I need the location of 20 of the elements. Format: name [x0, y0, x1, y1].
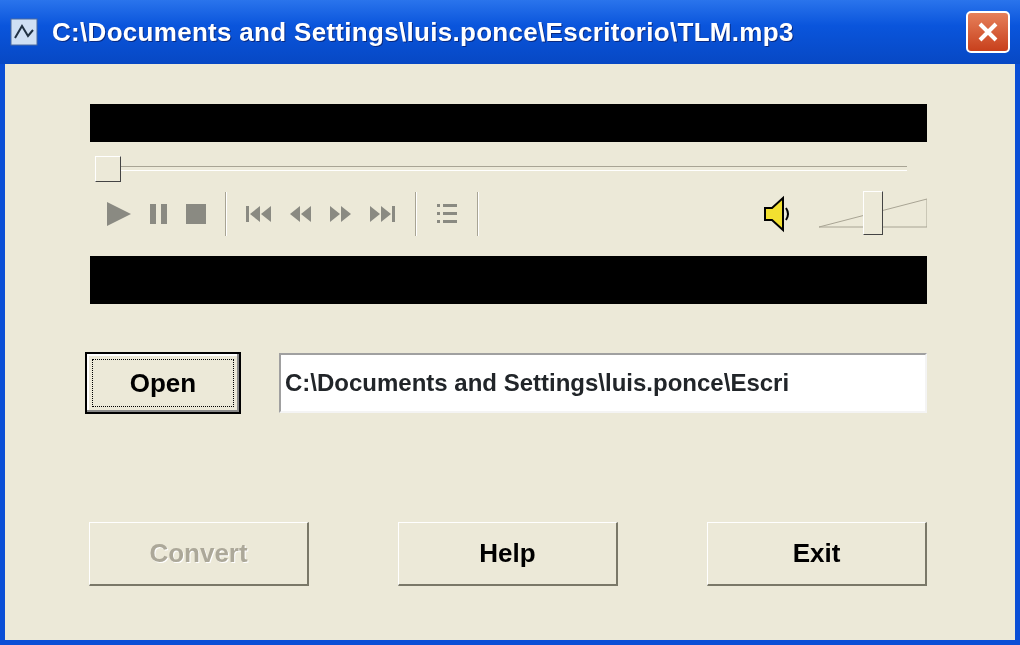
file-path-field[interactable]: C:\Documents and Settings\luis.ponce\Escri: [279, 353, 927, 413]
previous-icon[interactable]: [245, 205, 273, 223]
play-icon[interactable]: [105, 201, 133, 227]
volume-slider[interactable]: [819, 191, 927, 237]
fast-forward-icon[interactable]: [329, 205, 353, 223]
speaker-icon[interactable]: [763, 195, 791, 233]
dialog-button[interactable]: Exit: [707, 522, 927, 586]
app-icon: [10, 18, 38, 46]
open-button[interactable]: Open: [85, 352, 241, 414]
window-title: C:\Documents and Settings\luis.ponce\Escritorio\TLM.mp3: [52, 15, 794, 49]
close-button[interactable]: [966, 11, 1010, 53]
slider-thumb[interactable]: [95, 156, 121, 182]
seek-slider[interactable]: [95, 156, 907, 182]
pause-icon[interactable]: [149, 203, 169, 225]
playlist-icon[interactable]: [435, 202, 459, 226]
dialog-button[interactable]: Help: [398, 522, 618, 586]
stop-icon[interactable]: [185, 203, 207, 225]
rewind-icon[interactable]: [289, 205, 313, 223]
slider-thumb[interactable]: [863, 191, 883, 235]
next-icon[interactable]: [369, 205, 397, 223]
